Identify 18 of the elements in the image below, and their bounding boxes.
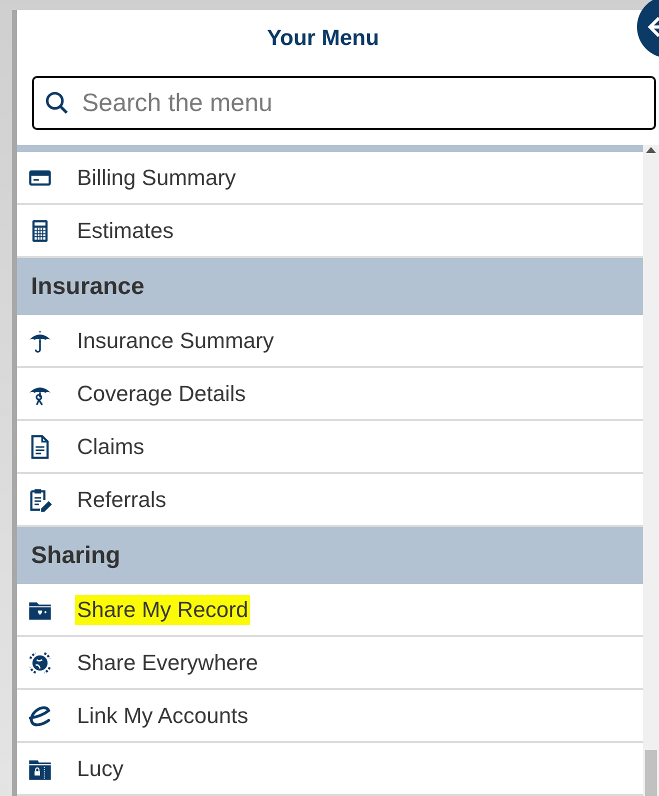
- search-field[interactable]: Search the menu: [32, 76, 656, 130]
- menu-item-link[interactable]: Billing Summary: [75, 162, 238, 192]
- scroll-up-arrow-icon[interactable]: [646, 147, 656, 153]
- section-heading: Sharing: [17, 527, 643, 584]
- menu-item-link[interactable]: Estimates: [75, 216, 176, 246]
- menu-item-link[interactable]: Lucy: [75, 754, 126, 784]
- search-icon: [44, 90, 70, 116]
- menu-title: Your Menu: [266, 25, 380, 51]
- menu-item-link[interactable]: Share My Record: [75, 594, 250, 624]
- menu-item-link[interactable]: Link My Accounts: [75, 700, 250, 730]
- menu-item-link[interactable]: Coverage Details: [75, 378, 248, 408]
- menu-item-link[interactable]: Insurance Summary: [75, 326, 276, 356]
- scrollbar-thumb[interactable]: [645, 750, 657, 796]
- menu-item-link[interactable]: Claims: [75, 432, 146, 462]
- scrollbar[interactable]: [643, 145, 659, 796]
- section-heading: Insurance: [17, 258, 643, 315]
- menu-item-link[interactable]: Referrals: [75, 484, 168, 514]
- menu-item-link[interactable]: Share Everywhere: [75, 648, 260, 678]
